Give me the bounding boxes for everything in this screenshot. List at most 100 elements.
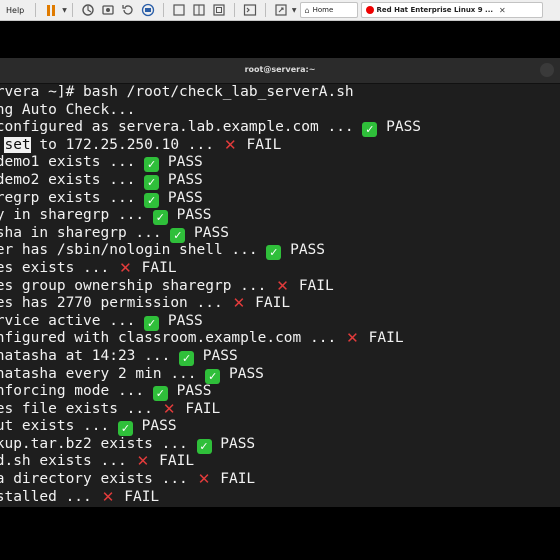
check-mark-icon: ✓ [144, 315, 160, 331]
view-split-icon[interactable] [191, 2, 207, 18]
terminal-line: natasha every 2 min ... ✓ PASS [0, 366, 560, 384]
line-text: ing Auto Check... [0, 101, 136, 118]
line-text: aregrp exists ... [0, 189, 145, 206]
terminal-line: natasha at 14:23 ... ✓ PASS [0, 348, 560, 366]
cross-mark-icon: ✕ [346, 329, 359, 348]
toolbar-divider [162, 3, 164, 17]
status-text: FAIL [115, 488, 160, 505]
toolbar-divider [71, 3, 73, 17]
terminal-line: configured as servera.lab.example.com ..… [0, 119, 560, 138]
terminal-line: ervice active ... ✓ PASS [0, 313, 560, 331]
line-text: onfigured with classroom.example.com ... [0, 330, 345, 347]
line-text: ervera ~]# bash /root/check_lab_serverA.… [0, 84, 354, 100]
terminal-title: root@servera:~ [244, 65, 316, 74]
line-text: asha in sharegrp ... [0, 224, 171, 241]
console-icon[interactable] [242, 2, 258, 18]
status-text: PASS [159, 171, 203, 188]
terminal-line: aregrp exists ... ✓ PASS [0, 190, 560, 208]
cross-mark-icon: ✕ [136, 452, 150, 471]
line-text: ta directory exists ... [0, 471, 197, 488]
desktop-background [0, 21, 560, 58]
line-text: demo2 exists ... [0, 171, 145, 188]
status-text: PASS [194, 347, 238, 364]
status-text: PASS [159, 189, 203, 206]
status-text: FAIL [359, 330, 404, 347]
redhat-icon [365, 6, 374, 14]
tab-home[interactable]: ⌂ Home [299, 2, 358, 18]
stretch-icon[interactable] [273, 2, 289, 18]
help-menu[interactable]: Help [0, 6, 30, 15]
terminal-window[interactable]: root@servera:~ ervera ~]# bash /root/che… [0, 58, 560, 507]
snapshot-icon[interactable] [100, 2, 116, 18]
revert-icon[interactable] [120, 2, 136, 18]
line-text: nd.sh exists ... [0, 453, 136, 470]
terminal-line: P set to 172.25.250.10 ... ✕ FAIL [0, 135, 560, 155]
tab-rhel-label: Red Hat Enterprise Linux 9 ... [376, 6, 494, 14]
toolbar-divider [35, 3, 37, 17]
check-mark-icon: ✓ [362, 122, 378, 138]
chevron-down-icon[interactable]: ▼ [292, 7, 297, 14]
status-text: PASS [211, 435, 256, 452]
terminal-line: nd.sh exists ... ✕ FAIL [0, 453, 560, 471]
tab-rhel-vm[interactable]: Red Hat Enterprise Linux 9 ... ✕ [360, 2, 543, 18]
terminal-output[interactable]: ervera ~]# bash /root/check_lab_serverA.… [0, 84, 560, 506]
terminal-line: nstalled ... ✕ FAIL [0, 489, 560, 507]
status-text: FAIL [246, 295, 291, 312]
manager-icon[interactable] [140, 2, 156, 18]
terminal-line: asha in sharegrp ... ✓ PASS [0, 225, 560, 243]
status-text: FAIL [211, 471, 256, 488]
cross-mark-icon: ✕ [197, 470, 211, 489]
terminal-titlebar: root@servera:~ [0, 58, 560, 84]
line-text: nes file exists ... [0, 400, 162, 417]
check-mark-icon: ✓ [196, 438, 212, 454]
status-text: PASS [377, 119, 422, 136]
fullscreen-icon[interactable] [211, 2, 227, 18]
terminal-line: Enforcing mode ... ✓ PASS [0, 383, 560, 402]
terminal-line: demo1 exists ... ✓ PASS [0, 154, 560, 173]
line-text: ckup.tar.bz2 exists ... [0, 435, 197, 452]
status-text: PASS [167, 207, 212, 224]
check-mark-icon: ✓ [179, 350, 195, 366]
check-mark-icon: ✓ [205, 368, 221, 384]
status-text: PASS [220, 365, 264, 382]
chevron-down-icon[interactable]: ▼ [62, 7, 67, 14]
tab-home-label: Home [312, 6, 334, 14]
terminal-line: res has 2770 permission ... ✕ FAIL [0, 295, 560, 313]
selected-text: set [4, 136, 31, 153]
cross-mark-icon: ✕ [162, 399, 176, 418]
terminal-line: nes file exists ... ✕ FAIL [0, 401, 560, 419]
terminal-line: res exists ... ✕ FAIL [0, 260, 560, 278]
line-text: Enforcing mode ... [0, 383, 153, 400]
desktop-background [0, 507, 560, 560]
toolbar-divider [233, 3, 235, 17]
line-text: natasha every 2 min ... [0, 365, 206, 382]
home-icon: ⌂ [304, 5, 310, 15]
close-icon[interactable]: ✕ [499, 6, 506, 15]
terminal-line: ing Auto Check... [0, 102, 560, 120]
toolbar-divider [264, 3, 266, 17]
send-keys-icon[interactable] [80, 2, 96, 18]
cross-mark-icon: ✕ [223, 135, 237, 154]
pause-icon[interactable] [43, 2, 59, 18]
check-mark-icon: ✓ [144, 174, 160, 190]
check-mark-icon: ✓ [266, 245, 282, 261]
view-single-icon[interactable] [171, 2, 187, 18]
cross-mark-icon: ✕ [232, 294, 246, 313]
status-text: PASS [159, 312, 203, 329]
status-text: PASS [159, 154, 203, 171]
line-text: ervice active ... [0, 312, 145, 329]
line-text: configured as servera.lab.example.com ..… [0, 119, 363, 136]
check-mark-icon: ✓ [117, 421, 133, 437]
cross-mark-icon: ✕ [101, 487, 115, 506]
terminal-line: res group ownership sharegrp ... ✕ FAIL [0, 278, 560, 296]
terminal-line: ry in sharegrp ... ✓ PASS [0, 207, 560, 226]
status-text: FAIL [237, 136, 282, 153]
terminal-line: demo2 exists ... ✓ PASS [0, 172, 560, 190]
check-mark-icon: ✓ [144, 192, 160, 208]
terminal-line: onfigured with classroom.example.com ...… [0, 330, 560, 348]
window-close-button[interactable] [540, 63, 554, 77]
vm-toolbar: Help ▼ ▼ ⌂ Home Red Hat Enterprise Linux… [0, 0, 560, 21]
line-text: res group ownership sharegrp ... [0, 277, 276, 294]
check-mark-icon: ✓ [170, 227, 186, 243]
check-mark-icon: ✓ [152, 210, 168, 226]
